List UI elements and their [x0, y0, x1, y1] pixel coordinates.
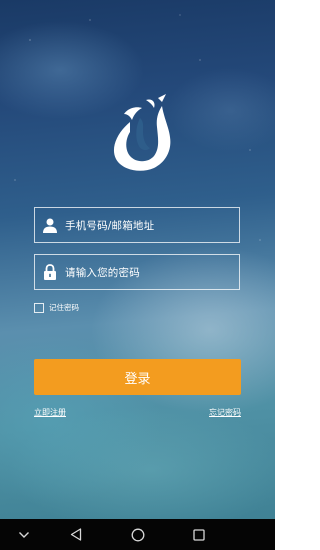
checkbox-box[interactable] — [34, 302, 44, 313]
navigation-bar — [0, 519, 275, 550]
remember-password-checkbox[interactable]: 记住密码 — [34, 302, 79, 313]
phone-email-input[interactable]: 手机号码/邮箱地址 — [34, 207, 240, 243]
login-button[interactable]: 登录 — [34, 359, 241, 395]
password-input[interactable]: 请输入您的密码 — [34, 254, 240, 290]
register-link[interactable]: 立即注册 — [34, 407, 66, 418]
phoenix-logo-icon — [113, 94, 171, 171]
login-screen: 手机号码/邮箱地址 请输入您的密码 记住密码 登录 立即注册 忘记密码 — [0, 0, 275, 550]
home-icon[interactable] — [126, 519, 150, 550]
user-icon — [35, 208, 65, 242]
remember-password-label: 记住密码 — [49, 303, 79, 312]
forgot-password-link[interactable]: 忘记密码 — [209, 407, 241, 418]
recent-apps-icon[interactable] — [187, 519, 211, 550]
lock-icon — [35, 255, 65, 289]
chevron-down-icon[interactable] — [12, 519, 36, 550]
password-placeholder: 请输入您的密码 — [65, 266, 140, 279]
phone-email-placeholder: 手机号码/邮箱地址 — [65, 219, 155, 232]
back-icon[interactable] — [64, 519, 88, 550]
